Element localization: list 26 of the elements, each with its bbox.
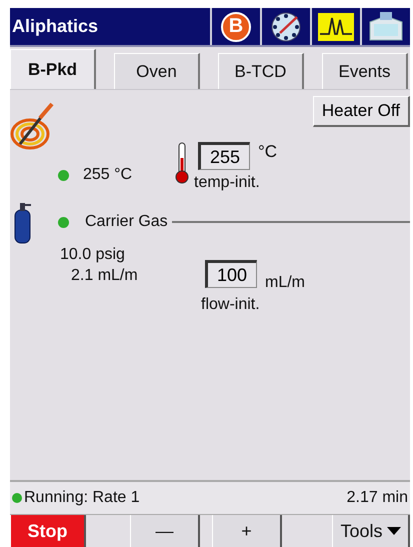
thermometer-icon [174, 142, 190, 184]
toolbar-button[interactable]: + [212, 515, 282, 547]
temperature-unit: °C [258, 142, 278, 162]
heater-off-button[interactable]: Heater Off [312, 96, 410, 127]
gas-cylinder-icon [12, 200, 34, 244]
flow-reading: 2.1 mL/m [70, 266, 139, 286]
toolbar-button[interactable]: — [130, 515, 200, 547]
flow-setpoint-field[interactable]: 100 [205, 260, 257, 288]
toolbar-button[interactable]: Tools [332, 515, 410, 547]
tab[interactable]: B-Pkd [10, 49, 96, 89]
temperature-setpoint-label: temp-init. [194, 174, 261, 192]
run-status-text: Running: Rate 1 [24, 489, 140, 507]
tab[interactable]: Events [322, 53, 408, 89]
method-badge-button[interactable]: B [210, 8, 260, 45]
tab[interactable]: B-TCD [218, 53, 304, 89]
flow-setpoint-label: flow-init. [201, 296, 261, 314]
toolbar-button[interactable]: Stop [10, 515, 86, 547]
caret-icon [386, 526, 401, 536]
run-time: 2.17 min [346, 489, 408, 507]
tab[interactable]: Oven [114, 53, 200, 89]
section-title: Carrier Gas [85, 213, 168, 231]
temperature-setpoint-field[interactable]: 255 [198, 142, 250, 170]
window-title: Aliphatics [11, 16, 100, 37]
temperature-reading: 255 °C [83, 166, 132, 184]
pressure-reading: 10.0 psig [60, 245, 126, 265]
flow-unit: mL/m [265, 274, 305, 292]
